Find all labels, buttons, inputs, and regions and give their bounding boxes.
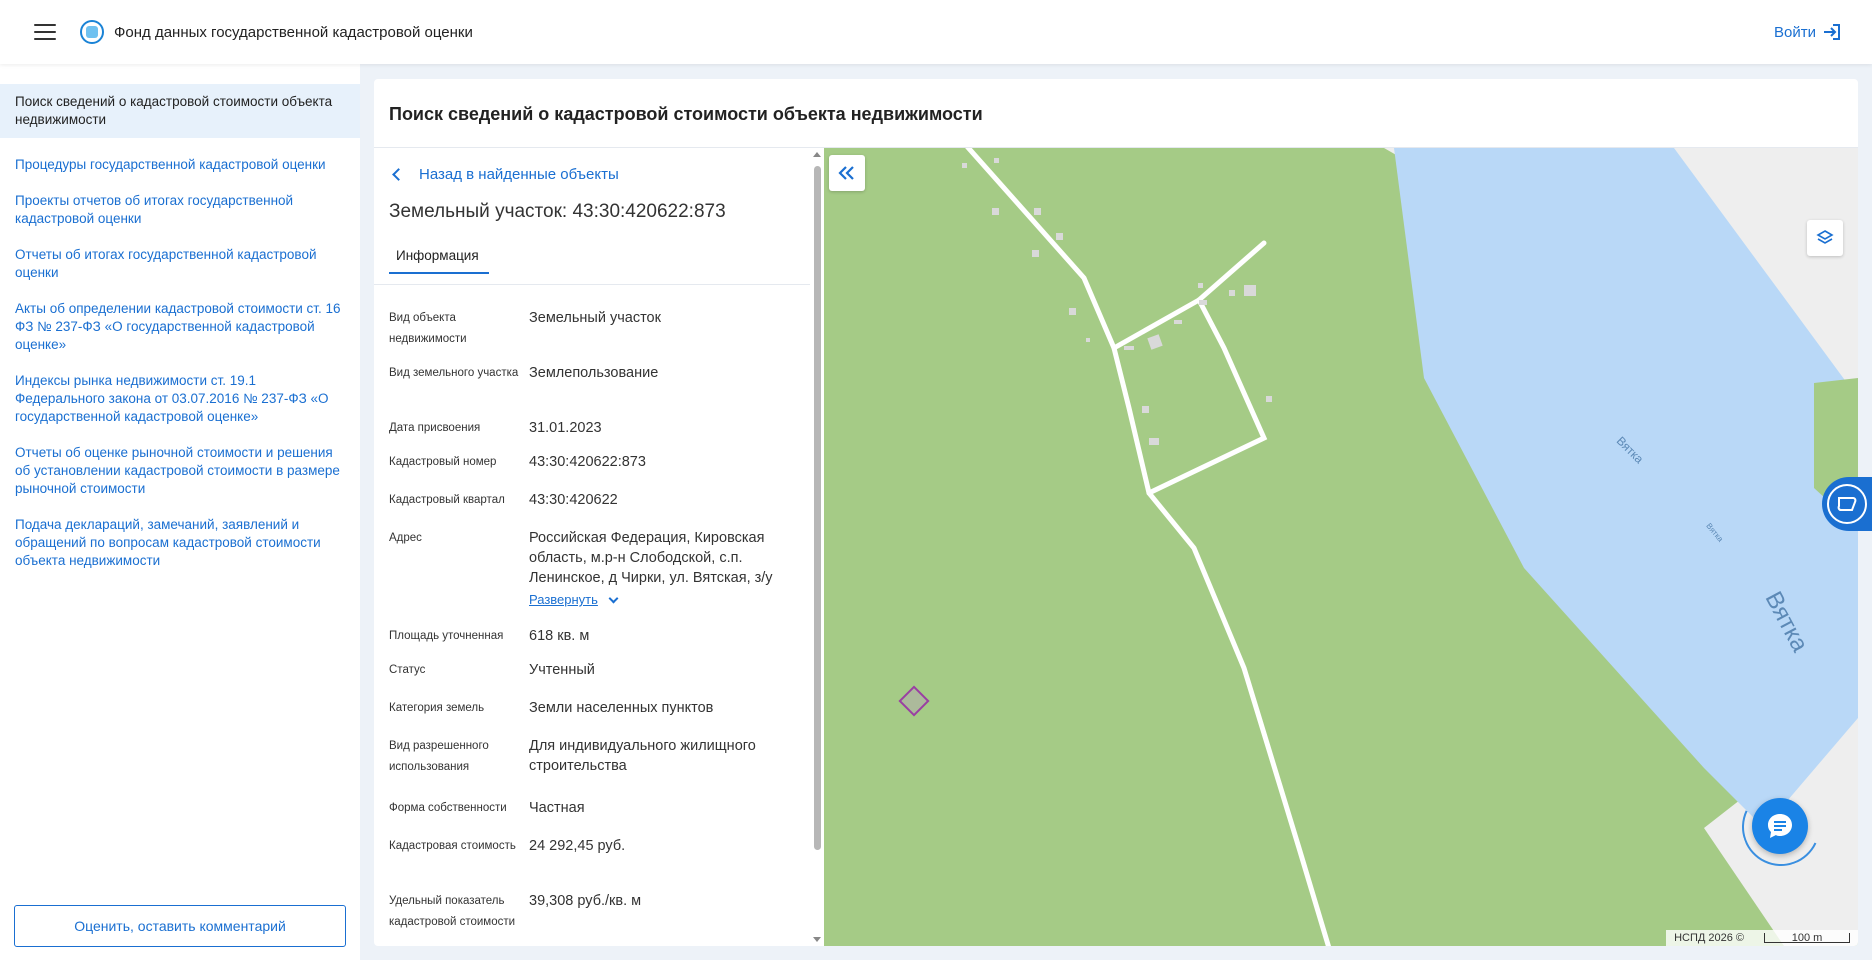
side-widget-button[interactable] [1822, 477, 1872, 531]
chat-button[interactable] [1752, 798, 1808, 854]
field-row: Вид земельного участка Землепользование [389, 363, 809, 384]
field-row: Статус Учтенный [389, 660, 809, 681]
field-label: Адрес [389, 532, 422, 544]
chevron-down-icon [608, 593, 619, 603]
expand-label: Развернуть [529, 592, 598, 607]
field-row: Кадастровый номер 43:30:420622:873 [389, 452, 809, 473]
sidebar-item-search[interactable]: Поиск сведений о кадастровой стоимости о… [0, 84, 360, 138]
sidebar-item-draft-reports[interactable]: Проекты отчетов об итогах государственно… [0, 192, 360, 228]
scroll-down-icon[interactable] [813, 937, 821, 942]
selected-parcel [898, 685, 930, 717]
sidebar-item-declarations[interactable]: Подача деклараций, замечаний, заявлений … [0, 516, 360, 570]
roads [965, 148, 1332, 946]
layers-icon [1816, 230, 1834, 244]
field-label: Вид разрешенного использования [389, 740, 489, 773]
map-scale: 100 m [1764, 933, 1850, 944]
map-view[interactable]: Вятка Вятка Вятка НСПД 2026 © 100 m [824, 148, 1858, 946]
field-value: 43:30:420622:873 [529, 454, 646, 470]
field-label: Вид объекта недвижимости [389, 312, 467, 345]
main-card: Поиск сведений о кадастровой стоимости о… [374, 79, 1858, 946]
map-attribution: НСПД 2026 © 100 m [1666, 930, 1858, 946]
field-value: Землепользование [529, 365, 659, 381]
chat-icon [1768, 814, 1792, 838]
sidebar-item-market-value-reports[interactable]: Отчеты об оценке рыночной стоимости и ре… [0, 444, 360, 498]
field-label: Удельный показатель кадастровой стоимост… [389, 895, 516, 928]
field-label: Дата присвоения [389, 422, 481, 434]
field-value: 39,308 руб./кв. м [529, 893, 642, 909]
scroll-up-icon[interactable] [813, 152, 821, 157]
field-label: Кадастровый квартал [389, 494, 505, 506]
field-label: Категория земель [389, 702, 485, 714]
field-value: Частная [529, 800, 585, 816]
login-button[interactable]: Войти [1774, 22, 1842, 42]
field-row: Вид разрешенного использования Для индив… [389, 736, 809, 778]
sidebar: Поиск сведений о кадастровой стоимости о… [0, 64, 360, 960]
buildings [962, 158, 1272, 445]
field-value: Земельный участок [529, 310, 661, 326]
info-scrollbar[interactable] [810, 148, 824, 946]
back-label: Назад в найденные объекты [419, 166, 619, 183]
field-value: 618 кв. м [529, 628, 590, 644]
field-label: Форма собственности [389, 802, 507, 814]
assistant-icon [1827, 484, 1867, 524]
address-value: Российская Федерация, Кировская область,… [529, 530, 773, 586]
chevron-left-icon [392, 168, 405, 181]
field-value: Для индивидуального жилищного строительс… [529, 738, 756, 774]
double-chevron-left-icon [838, 166, 854, 180]
scroll-thumb[interactable] [814, 166, 821, 850]
layers-button[interactable] [1807, 220, 1843, 256]
field-value: 31.01.2023 [529, 420, 602, 436]
rate-comment-button[interactable]: Оценить, оставить комментарий [14, 905, 346, 947]
field-row: Дата присвоения 31.01.2023 [389, 418, 809, 439]
field-label: Статус [389, 664, 426, 676]
object-title: Земельный участок: 43:30:420622:873 [389, 201, 726, 222]
back-link[interactable]: Назад в найденные объекты [392, 166, 619, 183]
tab-info[interactable]: Информация [389, 248, 489, 274]
sidebar-nav: Поиск сведений о кадастровой стоимости о… [0, 84, 360, 570]
sidebar-item-reports[interactable]: Отчеты об итогах государственной кадастр… [0, 246, 360, 282]
collapse-panel-button[interactable] [829, 155, 865, 191]
field-row: Удельный показатель кадастровой стоимост… [389, 891, 809, 933]
field-value: 43:30:420622 [529, 492, 618, 508]
field-value: Учтенный [529, 662, 595, 678]
tab-divider [374, 284, 810, 285]
page-title: Поиск сведений о кадастровой стоимости о… [389, 104, 983, 124]
sidebar-item-acts[interactable]: Акты об определении кадастровой стоимост… [0, 300, 360, 354]
field-label: Кадастровый номер [389, 456, 497, 468]
login-icon [1824, 24, 1840, 40]
field-row: Категория земель Земли населенных пункто… [389, 698, 809, 719]
field-label: Площадь уточненная [389, 630, 504, 642]
field-row-address: Адрес Российская Федерация, Кировская об… [389, 528, 809, 610]
field-row: Площадь уточненная 618 кв. м [389, 626, 809, 647]
sidebar-item-procedures[interactable]: Процедуры государственной кадастровой оц… [0, 156, 360, 174]
field-value: Земли населенных пунктов [529, 700, 714, 716]
top-header: Фонд данных государственной кадастровой … [0, 0, 1872, 64]
attribution-text: НСПД 2026 © [1674, 932, 1744, 944]
info-panel: Назад в найденные объекты Земельный учас… [374, 148, 824, 946]
map-canvas [898, 148, 1858, 946]
login-label: Войти [1774, 23, 1816, 41]
field-value: 24 292,45 руб. [529, 838, 626, 854]
expand-link[interactable]: Развернуть [529, 590, 619, 610]
sidebar-item-market-indexes[interactable]: Индексы рынка недвижимости ст. 19.1 Феде… [0, 372, 360, 426]
field-row: Кадастровый квартал 43:30:420622 [389, 490, 809, 511]
menu-icon[interactable] [34, 24, 56, 40]
field-label: Кадастровая стоимость [389, 840, 516, 852]
field-row: Кадастровая стоимость 24 292,45 руб. [389, 836, 809, 857]
field-row: Форма собственности Частная [389, 798, 809, 819]
app-title: Фонд данных государственной кадастровой … [114, 23, 473, 41]
logo-icon [80, 20, 104, 44]
field-row: Вид объекта недвижимости Земельный участ… [389, 308, 809, 350]
field-label: Вид земельного участка [389, 367, 519, 379]
